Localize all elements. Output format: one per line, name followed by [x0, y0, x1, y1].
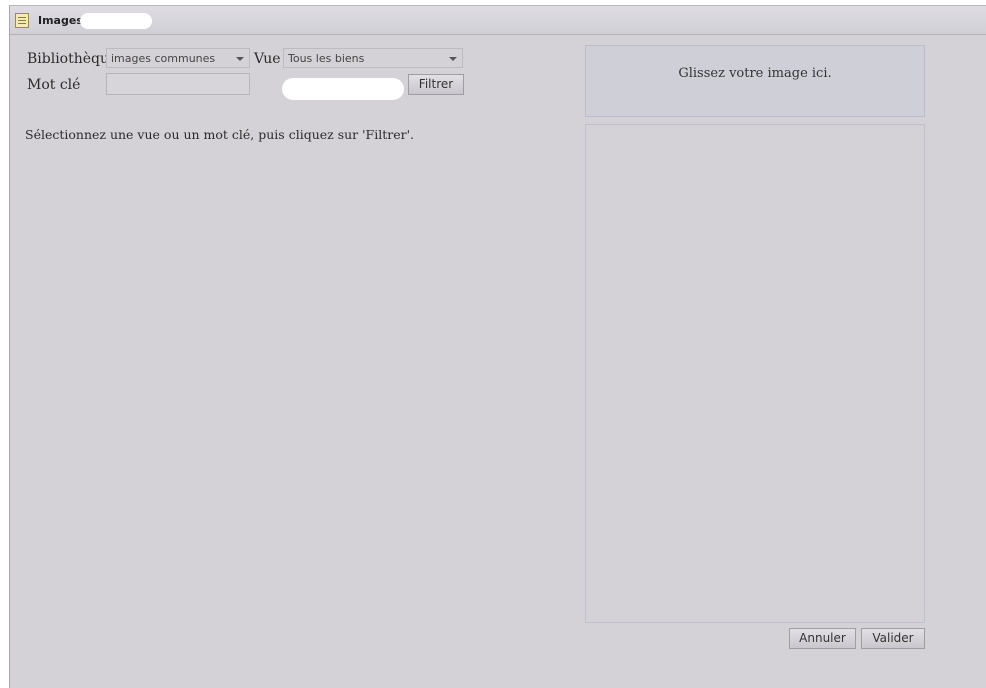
window-titlebar: Images — [10, 6, 986, 35]
keyword-input[interactable] — [106, 73, 250, 95]
view-select[interactable]: Tous les biens — [283, 48, 463, 68]
library-select[interactable]: images communes — [106, 48, 250, 68]
library-select-value: images communes — [111, 52, 216, 65]
filter-button[interactable]: Filtrer — [408, 74, 464, 95]
images-window: Images Bibliothèque images communes Vue … — [9, 5, 986, 688]
image-drop-zone[interactable]: Glissez votre image ici. — [585, 45, 925, 117]
library-label: Bibliothèque — [27, 51, 118, 67]
view-label: Vue — [254, 51, 281, 67]
document-list-icon — [15, 13, 29, 28]
redacted-mark — [282, 78, 404, 100]
instruction-text: Sélectionnez une vue ou un mot clé, puis… — [25, 127, 415, 142]
cancel-button[interactable]: Annuler — [789, 628, 856, 649]
redacted-title-mark — [80, 13, 152, 29]
chevron-down-icon[interactable] — [236, 57, 244, 61]
window-title: Images — [38, 14, 83, 27]
drop-zone-text: Glissez votre image ici. — [678, 66, 832, 81]
image-preview-panel — [585, 124, 925, 623]
keyword-label: Mot clé — [27, 77, 81, 93]
validate-button[interactable]: Valider — [861, 628, 925, 649]
chevron-down-icon[interactable] — [449, 57, 457, 61]
view-select-value: Tous les biens — [288, 52, 365, 65]
